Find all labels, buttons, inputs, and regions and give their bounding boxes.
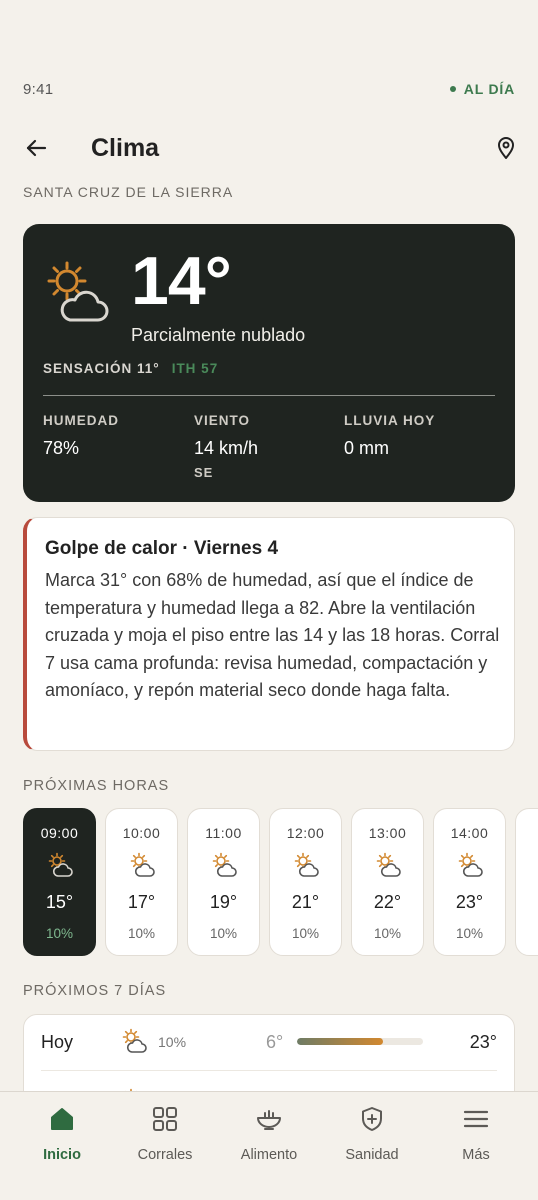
hour-card[interactable]: 14:00 23° 10% (433, 808, 506, 956)
nav-label: Inicio (43, 1147, 81, 1163)
sync-status: AL DÍA (449, 81, 515, 97)
nav-item-inicio[interactable]: Inicio (12, 1105, 112, 1165)
day-high: 23° (469, 1032, 497, 1052)
home-icon (51, 1108, 73, 1130)
partly-cloudy-icon (130, 852, 155, 877)
ith-index: ITH 57 (171, 361, 219, 376)
hour-temp: 15° (45, 892, 74, 912)
temperature-range-fill (297, 1038, 383, 1045)
nav-item-mas[interactable]: Más (426, 1105, 526, 1165)
hour-rain: 10% (291, 926, 320, 941)
back-button[interactable] (23, 135, 49, 161)
nav-item-sanidad[interactable]: Sanidad (322, 1105, 422, 1165)
arrow-left-icon (26, 139, 47, 157)
partly-cloudy-icon (458, 852, 483, 877)
wind-value: 14 km/h (194, 438, 259, 458)
nav-label: Alimento (240, 1147, 298, 1163)
humidity-value: 78% (43, 438, 80, 458)
top-bar: Clima (23, 128, 518, 168)
hour-time: 13:00 (368, 825, 407, 841)
hour-rain: 10% (455, 926, 484, 941)
hour-rain: 10% (209, 926, 238, 941)
nav-label: Más (462, 1147, 490, 1163)
temperature-range-bar (297, 1038, 423, 1045)
feed-bowl-icon (257, 1110, 281, 1130)
humidity-stat: HUMEDAD 78% (43, 413, 119, 459)
hour-card[interactable]: 10:00 17° 10% (105, 808, 178, 956)
hour-temp: 22° (373, 892, 402, 912)
hourly-forecast[interactable]: 09:00 15° 10% 10:00 17° 10% 11:00 19° 10… (23, 808, 538, 958)
hour-temp: 19° (209, 892, 238, 912)
rain-label: LLUVIA HOY (344, 413, 436, 428)
hour-card-partial[interactable] (515, 808, 538, 956)
nav-label: Sanidad (345, 1147, 399, 1163)
bottom-nav: Inicio Corrales Alimento Sanidad Más (0, 1091, 538, 1200)
hour-card[interactable]: 09:00 15° 10% (23, 808, 96, 956)
hour-temp: 23° (455, 892, 484, 912)
location-label: SANTA CRUZ DE LA SIERRA (23, 184, 234, 200)
grid-icon (153, 1107, 177, 1131)
day-low: 6° (266, 1032, 284, 1052)
partly-cloudy-icon (122, 1028, 147, 1053)
nav-item-alimento[interactable]: Alimento (219, 1105, 319, 1165)
divider (41, 1070, 497, 1071)
heat-alert-card[interactable]: Golpe de calor · Viernes 4 Marca 31° con… (23, 517, 515, 751)
day-name: Hoy (41, 1032, 74, 1052)
current-temperature: 14° (131, 243, 232, 319)
partly-cloudy-icon (212, 852, 237, 877)
sync-status-label: AL DÍA (463, 81, 515, 97)
partly-cloudy-icon (376, 852, 401, 877)
hour-time: 10:00 (122, 825, 161, 841)
hour-rain: 10% (127, 926, 156, 941)
partly-cloudy-icon (47, 261, 109, 322)
page-title: Clima (91, 133, 160, 162)
map-pin-icon (498, 137, 514, 159)
hour-card[interactable]: 11:00 19° 10% (187, 808, 260, 956)
shield-plus-icon (362, 1107, 382, 1131)
hour-time: 12:00 (286, 825, 325, 841)
nav-label: Corrales (137, 1147, 193, 1163)
hour-card[interactable]: 12:00 21° 10% (269, 808, 342, 956)
alert-title: Golpe de calor · Viernes 4 (45, 538, 279, 559)
daily-section-label: PRÓXIMOS 7 DÍAS (23, 983, 167, 999)
divider (43, 395, 495, 396)
wind-direction: SE (194, 465, 214, 480)
hourly-section-label: PRÓXIMAS HORAS (23, 778, 170, 794)
hour-rain: 10% (45, 926, 74, 941)
humidity-label: HUMEDAD (43, 413, 119, 428)
alert-body: Marca 31° con 68% de humedad, así que el… (45, 570, 500, 701)
sync-dot-icon (449, 86, 456, 92)
status-time: 9:41 (23, 80, 54, 98)
current-condition: Parcialmente nublado (131, 325, 306, 345)
hour-temp: 21° (291, 892, 320, 912)
day-rain: 10% (158, 1034, 187, 1050)
rain-stat: LLUVIA HOY 0 mm (344, 413, 435, 459)
location-button[interactable] (494, 136, 518, 160)
nav-item-corrales[interactable]: Corrales (115, 1105, 215, 1165)
rain-value: 0 mm (344, 438, 389, 458)
feels-like-row: SENSACIÓN 11° ITH 57 (43, 361, 218, 376)
status-bar: 9:41 AL DÍA (23, 78, 515, 100)
wind-stat: VIENTO 14 km/h SE (194, 413, 258, 480)
hour-time: 14:00 (450, 825, 489, 841)
feels-like: SENSACIÓN 11° (43, 361, 160, 376)
hour-rain: 10% (373, 926, 402, 941)
current-weather-card: 14° Parcialmente nublado SENSACIÓN 11° I… (23, 224, 515, 502)
partly-cloudy-icon (294, 852, 319, 877)
partly-cloudy-icon (48, 852, 73, 877)
hour-time: 11:00 (205, 825, 242, 841)
menu-icon (463, 1110, 489, 1128)
hour-time: 09:00 (40, 825, 79, 841)
wind-label: VIENTO (194, 413, 251, 428)
hour-card[interactable]: 13:00 22° 10% (351, 808, 424, 956)
day-row[interactable]: Hoy 10% 6° 23° (24, 1015, 514, 1070)
hour-temp: 17° (127, 892, 156, 912)
